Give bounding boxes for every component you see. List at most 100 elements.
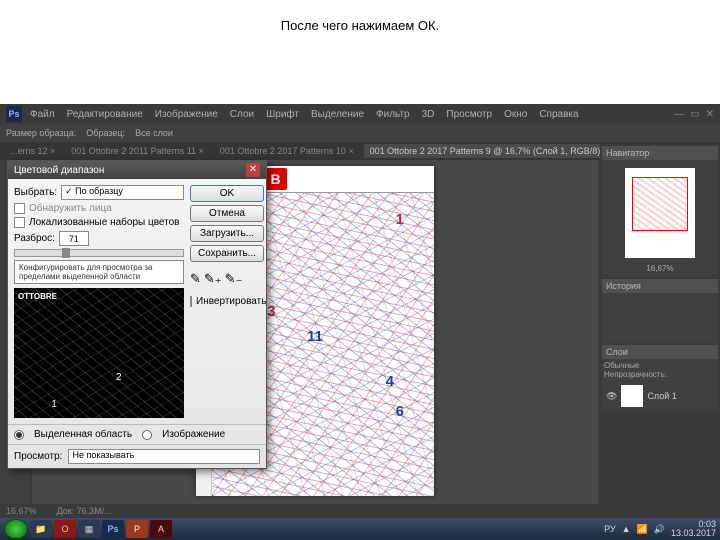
localized-checkbox[interactable] (14, 217, 25, 228)
doc-tab[interactable]: 001 Ottobre 2 2017 Patterns 10 × (214, 144, 360, 158)
selection-preview-row: Просмотр: Не показывать (8, 444, 266, 468)
invert-checkbox[interactable] (190, 296, 192, 307)
navigator-thumbnail[interactable] (625, 168, 695, 258)
ps-logo-icon: Ps (6, 106, 22, 122)
eyedropper-icon[interactable]: ✎ (190, 271, 201, 287)
preview-label: Просмотр: (14, 451, 62, 462)
navigator-panel-header[interactable]: Навигатор (602, 146, 718, 160)
fuzziness-label: Разброс: (14, 233, 55, 244)
pattern-number: 1 (396, 211, 404, 228)
network-icon[interactable]: 📶 (637, 524, 648, 535)
fuzziness-input[interactable] (59, 231, 89, 246)
menu-help[interactable]: Справка (539, 109, 578, 120)
load-button[interactable]: Загрузить... (190, 225, 264, 242)
hint-text: Конфигурировать для просмотра за предела… (14, 260, 184, 284)
ps-titlebar: Ps Файл Редактирование Изображение Слои … (0, 104, 720, 124)
pattern-number: 6 (396, 403, 404, 420)
preview-dropdown[interactable]: Не показывать (68, 449, 260, 464)
opera-icon[interactable]: O (54, 520, 76, 538)
localized-label: Локализованные наборы цветов (29, 217, 179, 228)
eye-icon[interactable]: 👁 (606, 391, 617, 402)
dialog-close-icon[interactable]: ✕ (246, 163, 260, 177)
layer-row[interactable]: 👁 Слой 1 (602, 381, 718, 411)
layer-name[interactable]: Слой 1 (647, 391, 676, 401)
status-doc-size: Док: 76,3М/... (57, 506, 112, 516)
radio-image-label: Изображение (162, 429, 225, 440)
lang-indicator[interactable]: РУ (604, 524, 616, 534)
detect-faces-label: Обнаружить лица (29, 203, 112, 214)
detect-faces-checkbox[interactable] (14, 203, 25, 214)
instruction-caption: После чего нажимаем ОК. (0, 0, 720, 63)
opt-label-sample-size: Размер образца: (6, 128, 76, 138)
eyedropper-plus-icon[interactable]: ✎₊ (204, 271, 222, 287)
menu-type[interactable]: Шрифт (266, 109, 299, 120)
window-controls: — ▭ ✕ (674, 109, 714, 120)
history-panel[interactable] (602, 293, 718, 343)
layer-thumbnail[interactable] (621, 385, 643, 407)
menu-layers[interactable]: Слои (230, 109, 254, 120)
clock-date[interactable]: 13.03.2017 (671, 529, 716, 538)
volume-icon[interactable]: 🔊 (654, 524, 665, 535)
preview-mode-radios: Выделенная область Изображение (8, 424, 266, 444)
pattern-number: 3 (267, 303, 275, 320)
opacity-label: Непрозрачность: (604, 370, 716, 379)
menu-edit[interactable]: Редактирование (67, 109, 143, 120)
menu-image[interactable]: Изображение (155, 109, 218, 120)
history-panel-header[interactable]: История (602, 279, 718, 293)
select-label: Выбрать: (14, 187, 57, 198)
ps-status-bar: 16,67% Док: 76,3М/... (0, 504, 720, 518)
radio-image[interactable] (142, 430, 152, 440)
select-dropdown[interactable]: ✓ По образцу (61, 185, 184, 200)
menu-select[interactable]: Выделение (311, 109, 364, 120)
system-tray[interactable]: РУ ▲ 📶 🔊 0:03 13.03.2017 (604, 520, 716, 538)
start-button[interactable] (4, 519, 28, 539)
menu-view[interactable]: Просмотр (446, 109, 492, 120)
layers-panel-header[interactable]: Слои (602, 345, 718, 359)
preview-marker: 1 (51, 399, 57, 410)
maximize-icon[interactable]: ▭ (690, 109, 699, 120)
menu-filter[interactable]: Фильтр (376, 109, 410, 120)
ps-options-bar: Размер образца: Образец: Все слои (0, 124, 720, 142)
close-icon[interactable]: ✕ (706, 109, 714, 120)
adobe-reader-icon[interactable]: A (150, 520, 172, 538)
menu-3d[interactable]: 3D (422, 109, 435, 120)
pattern-number: 4 (386, 373, 394, 390)
status-zoom[interactable]: 16,67% (6, 506, 37, 516)
ok-button[interactable]: OK (190, 185, 264, 202)
color-range-dialog: Цветовой диапазон ✕ Выбрать: ✓ По образц… (7, 160, 267, 469)
selection-preview[interactable]: OTTOBRE 2 1 (14, 288, 184, 418)
pattern-number: 11 (307, 328, 323, 345)
ps-right-panels: Навигатор 16,67% История Слои Обычные Не… (600, 144, 720, 504)
explorer-icon[interactable]: 📁 (30, 520, 52, 538)
layers-controls: Обычные Непрозрачность: (602, 359, 718, 381)
doc-tab[interactable]: 001 Ottobre 2 2011 Patterns 11 × (65, 144, 210, 158)
cancel-button[interactable]: Отмена (190, 205, 264, 222)
preview-marker: 2 (116, 372, 122, 383)
radio-selection-label: Выделенная область (34, 429, 132, 440)
save-button[interactable]: Сохранить... (190, 245, 264, 262)
minimize-icon[interactable]: — (674, 109, 684, 120)
dialog-titlebar[interactable]: Цветовой диапазон ✕ (8, 161, 266, 179)
pattern-sheet-badge: B (265, 168, 287, 190)
doc-tab[interactable]: ...erns 12 × (4, 144, 61, 158)
photoshop-taskbar-icon[interactable]: Ps (102, 520, 124, 538)
powerpoint-taskbar-icon[interactable]: P (126, 520, 148, 538)
tray-icon[interactable]: ▲ (622, 524, 631, 534)
opt-label-all-layers: Все слои (135, 128, 173, 138)
fuzziness-slider[interactable] (14, 249, 184, 257)
menu-window[interactable]: Окно (504, 109, 527, 120)
opt-label-sample: Образец: (86, 128, 125, 138)
navigator-zoom: 16,67% (604, 264, 716, 273)
dialog-title: Цветовой диапазон (14, 165, 104, 176)
menu-file[interactable]: Файл (30, 109, 55, 120)
generic-app-icon[interactable]: ▦ (78, 520, 100, 538)
preview-brand: OTTOBRE (18, 292, 57, 301)
blend-mode[interactable]: Обычные (604, 361, 716, 370)
ps-main-menu: Файл Редактирование Изображение Слои Шри… (30, 109, 674, 120)
invert-label: Инвертировать (196, 296, 266, 307)
windows-taskbar: 📁 O ▦ Ps P A РУ ▲ 📶 🔊 0:03 13.03.2017 (0, 518, 720, 540)
eyedropper-minus-icon[interactable]: ✎₋ (225, 271, 243, 287)
navigator-panel[interactable]: 16,67% (602, 160, 718, 275)
doc-tab-active[interactable]: 001 Ottobre 2 2017 Patterns 9 @ 16,7% (С… (364, 144, 613, 158)
radio-selection[interactable] (14, 430, 24, 440)
